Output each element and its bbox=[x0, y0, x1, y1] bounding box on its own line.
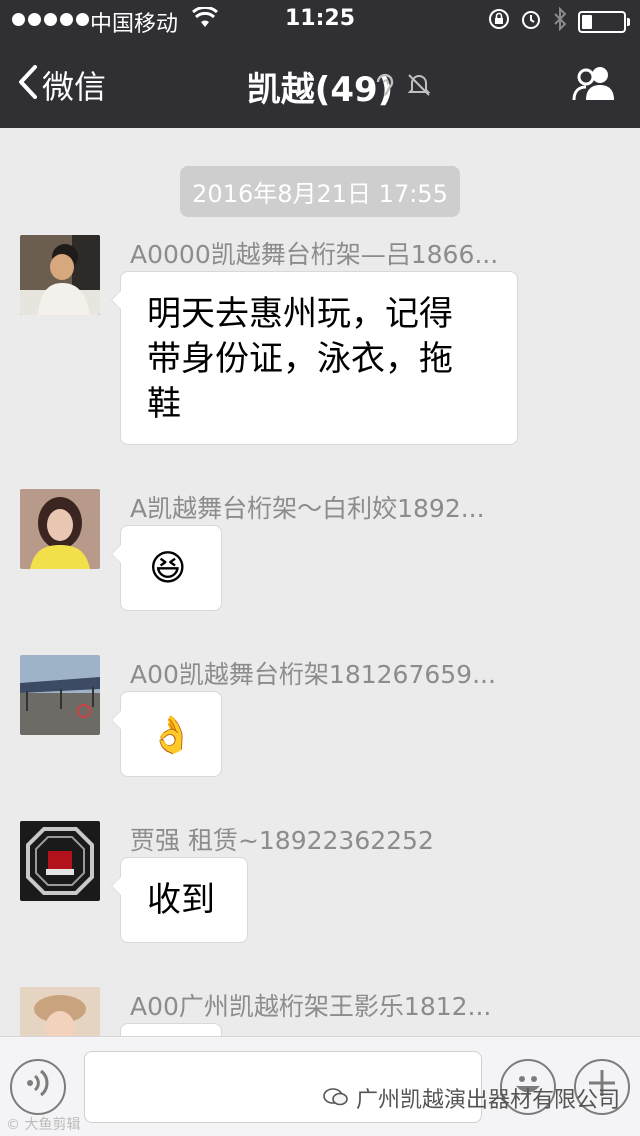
voice-icon bbox=[24, 1068, 52, 1106]
message-item: A00广州凯越桁架王影乐1812... bbox=[0, 987, 640, 1036]
timestamp: 2016年8月21日 17:55 bbox=[0, 166, 640, 217]
sender-name: 贾强 租赁~18922362252 bbox=[130, 826, 434, 855]
message-text: 明天去惠州玩，记得 带身份证，泳衣，拖 鞋 bbox=[147, 294, 453, 424]
message-bubble[interactable]: 😆 bbox=[111, 525, 222, 611]
bluetooth-icon bbox=[552, 6, 568, 37]
status-icons bbox=[488, 6, 630, 37]
battery-level bbox=[582, 15, 592, 29]
message-text: 收到 bbox=[147, 880, 215, 920]
message-item: A凯越舞台桁架～白利姣1892... 😆 bbox=[0, 489, 640, 619]
message-item: A00凯越舞台桁架181267659... 👌 bbox=[0, 655, 640, 785]
message-item: A0000凯越舞台桁架—吕1866... 明天去惠州玩，记得 带身份证，泳衣，拖… bbox=[0, 235, 640, 455]
message-bubble[interactable]: 👌 bbox=[111, 691, 222, 777]
avatar[interactable] bbox=[20, 489, 100, 569]
avatar[interactable] bbox=[20, 821, 100, 901]
message-item: 贾强 租赁~18922362252 收到 bbox=[0, 821, 640, 951]
timestamp-label: 2016年8月21日 17:55 bbox=[180, 166, 460, 217]
group-members-icon[interactable] bbox=[570, 64, 618, 104]
input-bar: 广州凯越演出器材有限公司 © 大鱼剪辑 bbox=[0, 1036, 640, 1136]
chat-title: 凯越(49) bbox=[246, 70, 394, 110]
sender-name: A00广州凯越桁架王影乐1812... bbox=[130, 992, 492, 1021]
message-text bbox=[121, 1024, 221, 1036]
message-bubble[interactable] bbox=[120, 1023, 222, 1036]
top-header: 中国移动 11:25 微信 凯越(49) bbox=[0, 0, 640, 128]
message-bubble[interactable]: 明天去惠州玩，记得 带身份证，泳衣，拖 鞋 bbox=[111, 271, 518, 445]
earpiece-icon bbox=[374, 73, 406, 104]
message-bubble[interactable]: 收到 bbox=[111, 857, 248, 943]
battery-icon bbox=[578, 11, 630, 33]
nav-bar: 微信 凯越(49) bbox=[0, 40, 640, 128]
mute-icon bbox=[406, 74, 432, 104]
avatar[interactable] bbox=[20, 655, 100, 735]
wechat-logo-icon bbox=[323, 1088, 356, 1113]
emoji-content: 👌 bbox=[149, 715, 194, 756]
avatar[interactable] bbox=[20, 987, 100, 1036]
chat-area[interactable]: 2016年8月21日 17:55 A0000凯越舞台桁架—吕1866... 明天… bbox=[0, 128, 640, 1036]
alarm-icon bbox=[520, 8, 542, 36]
title-status-icons bbox=[374, 72, 432, 104]
voice-button[interactable] bbox=[10, 1059, 66, 1115]
status-bar: 中国移动 11:25 bbox=[0, 0, 640, 40]
rotation-lock-icon bbox=[488, 8, 510, 36]
brand-text: 广州凯越演出器材有限公司 bbox=[355, 1088, 620, 1113]
watermark-text: © 大鱼剪辑 bbox=[6, 1117, 81, 1133]
emoji-content: 😆 bbox=[149, 548, 187, 589]
sender-name: A00凯越舞台桁架181267659... bbox=[130, 660, 496, 689]
sender-name: A凯越舞台桁架～白利姣1892... bbox=[130, 494, 485, 523]
sender-name: A0000凯越舞台桁架—吕1866... bbox=[130, 240, 499, 269]
brand-watermark: 广州凯越演出器材有限公司 bbox=[323, 1082, 620, 1114]
avatar[interactable] bbox=[20, 235, 100, 315]
